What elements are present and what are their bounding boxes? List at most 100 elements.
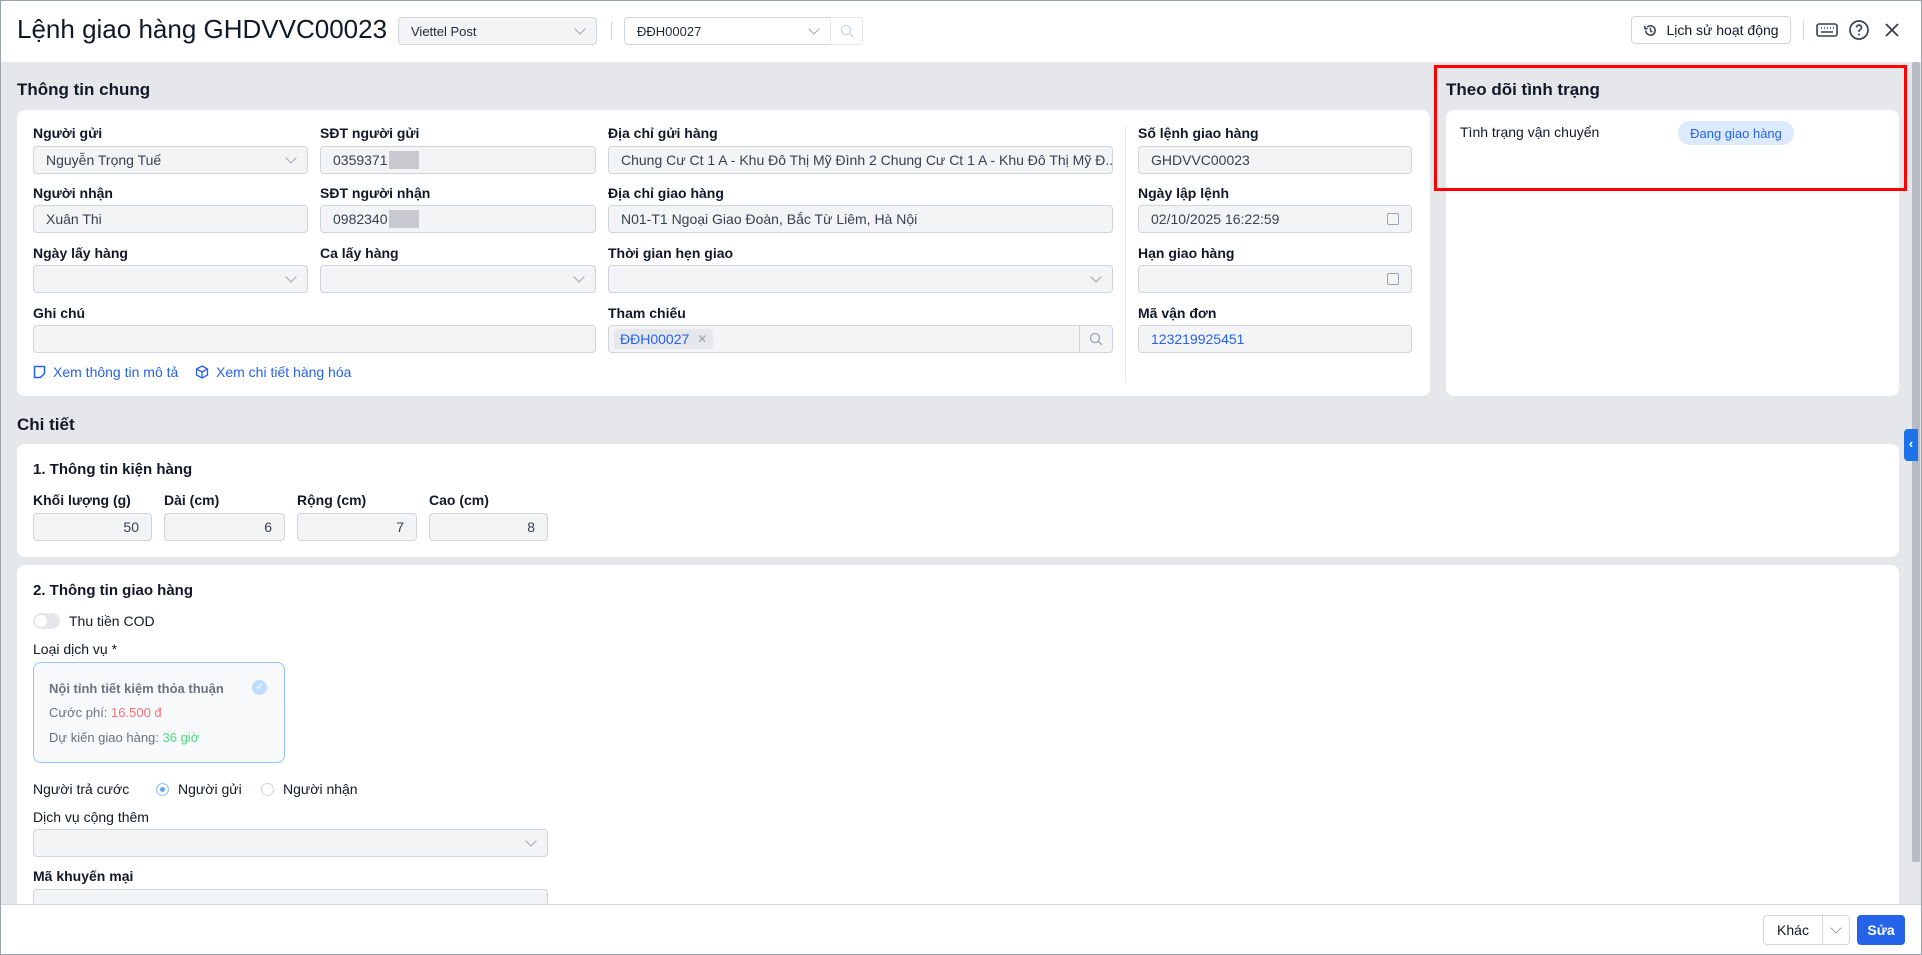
eta-row: Dự kiến giao hàng: 36 giờ [49,730,199,745]
delivery-address-label: Địa chỉ giao hàng [608,185,724,201]
pickup-address-field[interactable]: Chung Cư Ct 1 A - Khu Đô Thị Mỹ Đình 2 C… [608,146,1113,174]
deadline-label: Hạn giao hàng [1138,245,1235,261]
addon-service-select[interactable] [33,829,548,857]
payer-sender-radio[interactable] [156,783,169,796]
close-icon[interactable] [1884,22,1900,38]
delivery-title: 2. Thông tin giao hàng [33,582,193,599]
history-icon [1644,24,1657,36]
sender-value: Nguyễn Trọng Tuế [46,152,162,168]
help-icon[interactable] [1848,19,1870,41]
payer-sender-label: Người gửi [178,781,242,797]
chevron-down-icon [525,835,537,847]
width-field[interactable]: 7 [297,513,417,541]
chevron-down-icon [1830,922,1842,934]
box-icon [195,365,209,379]
carrier-select[interactable]: Viettel Post [398,17,597,45]
service-option-card[interactable]: Nội tỉnh tiết kiệm thỏa thuận ✓ Cước phí… [33,662,285,763]
eta-value: 36 giờ [162,730,200,745]
appointment-select[interactable] [608,265,1113,293]
view-goods-link[interactable]: Xem chi tiết hàng hóa [195,364,351,380]
cod-toggle[interactable] [33,613,60,629]
sender-phone-field[interactable]: 0359371 [320,146,596,174]
search-icon [1089,332,1103,346]
divider [1803,21,1804,39]
chevron-left-icon: ‹ [1908,436,1914,451]
delivery-card [17,565,1899,925]
view-description-link[interactable]: Xem thông tin mô tả [33,364,178,380]
highlight-box [1434,65,1907,191]
receiver-phone-label: SĐT người nhận [320,185,431,201]
other-dropdown-button[interactable] [1822,915,1850,945]
remove-tag-icon[interactable]: ✕ [697,332,707,346]
pickup-date-select[interactable] [33,265,308,293]
created-date-value: 02/10/2025 16:22:59 [1151,211,1280,227]
collapse-panel-tab[interactable]: ‹ [1904,429,1918,461]
footer: Khác Sửa [0,904,1922,955]
deadline-field[interactable] [1138,265,1412,293]
height-field[interactable]: 8 [429,513,548,541]
sender-select[interactable]: Nguyễn Trọng Tuế [33,146,308,174]
service-name: Nội tỉnh tiết kiệm thỏa thuận [49,681,224,696]
other-button[interactable]: Khác [1763,915,1823,945]
reference-search-button[interactable] [1079,326,1112,352]
cod-label: Thu tiền COD [69,613,155,629]
reference-field[interactable]: ĐĐH00027 ✕ [608,325,1113,353]
service-type-label: Loại dịch vụ * [33,641,118,657]
fee-row: Cước phí: 16.500 đ [49,705,162,720]
payer-receiver-label: Người nhận [283,781,358,797]
receiver-phone-value: 0982340 [333,211,388,227]
chevron-down-icon [285,271,297,283]
receiver-label: Người nhận [33,185,113,201]
order-search-button[interactable] [830,17,863,45]
eta-label: Dự kiến giao hàng: [49,730,163,745]
promo-label: Mã khuyến mại [33,868,134,884]
addon-service-label: Dịch vụ cộng thêm [33,809,149,825]
created-date-field[interactable]: 02/10/2025 16:22:59 [1138,205,1412,233]
scrollbar-thumb[interactable] [1912,62,1920,862]
check-icon: ✓ [252,680,267,695]
calendar-icon [1387,213,1399,225]
activity-history-button[interactable]: Lịch sử hoạt động [1631,16,1791,44]
sender-phone-label: SĐT người gửi [320,125,420,141]
length-label: Dài (cm) [164,492,220,508]
note-field[interactable] [33,325,596,353]
note-label: Ghi chú [33,305,86,321]
payer-receiver-radio[interactable] [261,783,274,796]
note-icon [33,365,46,379]
view-description-label: Xem thông tin mô tả [53,364,179,380]
search-icon [840,24,853,38]
reference-tag: ĐĐH00027 ✕ [614,329,714,349]
chevron-down-icon [285,152,297,164]
receiver-field[interactable]: Xuân Thi [33,205,308,233]
sender-label: Người gửi [33,125,103,141]
detail-section-title: Chi tiết [17,415,75,434]
reference-tag-label: ĐĐH00027 [620,331,690,347]
redacted-mask [388,151,419,169]
order-select[interactable]: ĐĐH00027 [624,17,831,45]
general-section-title: Thông tin chung [17,80,151,99]
redacted-mask [388,210,419,228]
edit-button[interactable]: Sửa [1857,915,1905,945]
height-label: Cao (cm) [429,492,489,508]
header: Lệnh giao hàng GHDVVC00023 Viettel Post … [0,0,1922,62]
waybill-field[interactable]: 123219925451 [1138,325,1412,353]
pickup-date-label: Ngày lấy hàng [33,245,128,261]
pickup-address-label: Địa chỉ gửi hàng [608,125,718,141]
order-value: ĐĐH00027 [637,23,702,39]
view-goods-label: Xem chi tiết hàng hóa [216,364,352,380]
divider [611,22,612,40]
pickup-shift-label: Ca lấy hàng [320,245,399,261]
appointment-label: Thời gian hẹn giao [608,245,734,261]
chevron-down-icon [808,23,820,35]
package-title: 1. Thông tin kiện hàng [33,461,193,478]
carrier-value: Viettel Post [411,23,477,39]
order-no-field[interactable]: GHDVVC00023 [1138,146,1412,174]
scrollbar-track[interactable] [1910,62,1922,904]
pickup-shift-select[interactable] [320,265,596,293]
delivery-address-field[interactable]: N01-T1 Ngoại Giao Đoàn, Bắc Từ Liêm, Hà … [608,205,1113,233]
length-field[interactable]: 6 [164,513,285,541]
receiver-phone-field[interactable]: 0982340 [320,205,596,233]
keyboard-icon[interactable] [1816,22,1838,38]
weight-field[interactable]: 50 [33,513,152,541]
width-label: Rộng (cm) [297,492,367,508]
